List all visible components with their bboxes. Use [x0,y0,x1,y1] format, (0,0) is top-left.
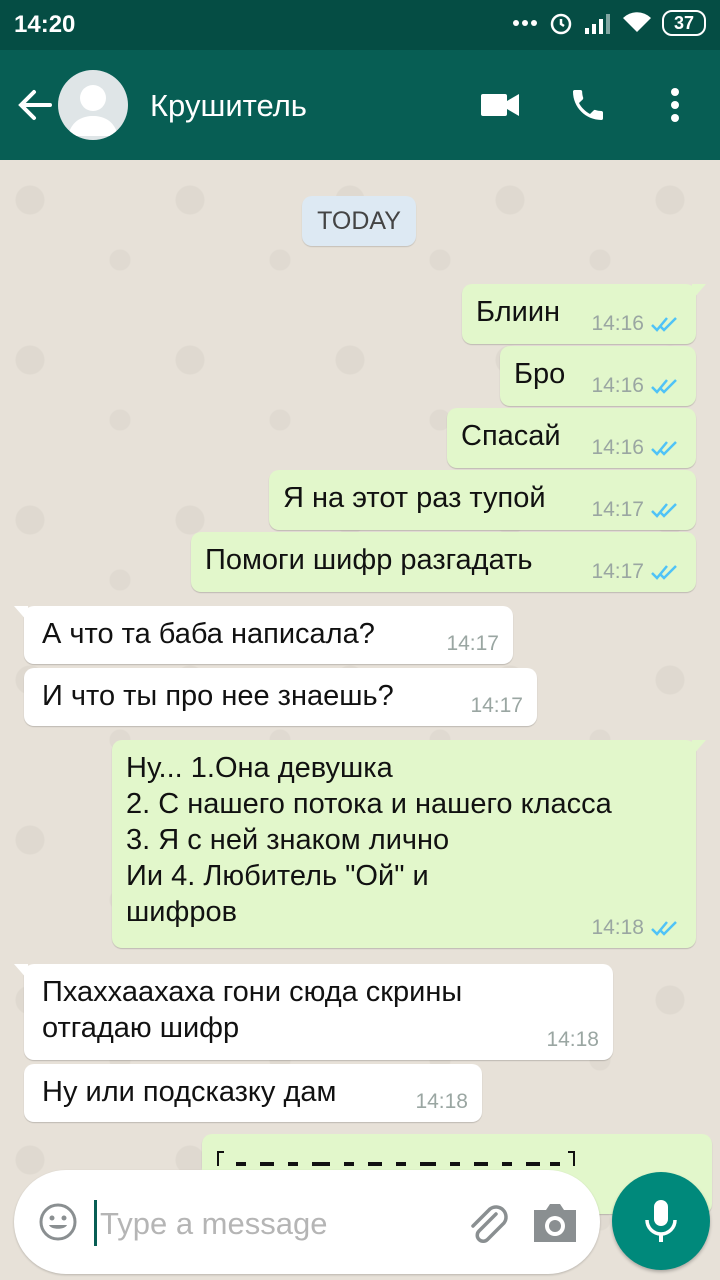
status-bar: 14:20 37 [0,0,720,50]
back-arrow-icon[interactable] [14,85,54,125]
video-call-icon [481,94,519,116]
double-check-icon [651,503,677,518]
chat-area[interactable]: TODAY Блиин 14:16 Бро 14:16 Спасай 14:16… [0,160,720,1280]
message-time: 14:17 [591,498,644,521]
phone-icon [573,90,603,120]
message-meta: 14:17 [470,694,523,718]
message-text: Пхаххаахаха гони сюда скрины отгадаю шиф… [42,976,463,1044]
message-meta: 14:16 [591,312,682,336]
double-check-icon [651,441,677,456]
message-time: 14:16 [591,374,644,397]
message-meta: 14:16 [591,436,682,460]
message-text: Ну или подсказку дам [42,1076,337,1108]
status-icons: 37 [512,10,706,36]
message-text: И что ты про нее знаешь? [42,680,394,712]
date-label: TODAY [317,206,401,235]
double-check-icon [651,317,677,332]
message-outgoing[interactable]: Спасай 14:16 [447,408,696,468]
message-time: 14:17 [470,694,523,717]
message-incoming[interactable]: А что та баба написала? 14:17 [14,606,513,664]
message-text: Помоги шифр разгадать [205,544,533,576]
message-text: Я на этот раз тупой [283,482,546,514]
message-outgoing[interactable]: Помоги шифр разгадать 14:17 [191,532,696,592]
more-vert-icon [671,88,679,122]
bubble-tail [692,284,706,300]
bubble-tail [14,606,28,622]
cut-off-text-fragment [217,1151,575,1166]
more-options-button[interactable] [650,80,700,130]
message-meta: 14:17 [591,560,682,584]
message-meta: 14:17 [591,498,682,522]
bubble-tail [692,740,706,756]
voice-record-button[interactable] [612,1172,710,1270]
video-call-button[interactable] [475,80,525,130]
battery-level: 37 [673,13,694,33]
message-text: Бро [514,358,566,390]
message-time: 14:17 [591,560,644,583]
message-outgoing[interactable]: Ну... 1.Она девушка 2. С нашего потока и… [112,740,706,948]
message-text: А что та баба написала? [42,618,375,650]
double-check-icon [651,565,677,580]
message-time: 14:16 [591,436,644,459]
voice-call-button[interactable] [563,80,613,130]
message-outgoing[interactable]: Я на этот раз тупой 14:17 [269,470,696,530]
message-time: 14:16 [591,312,644,335]
mic-icon [645,1200,677,1242]
wifi-icon [622,12,651,32]
message-meta: 14:16 [591,374,682,398]
message-meta: 14:17 [446,632,499,656]
bubble-tail [14,964,28,980]
more-dots-icon [512,20,537,26]
message-time: 14:17 [446,632,499,655]
message-input[interactable] [98,1198,442,1250]
message-outgoing[interactable]: Блиин 14:16 [462,284,706,344]
message-meta: 14:18 [546,1028,599,1052]
double-check-icon [651,921,677,936]
date-divider: TODAY [302,196,416,246]
double-check-icon [651,379,677,394]
message-incoming[interactable]: Ну или подсказку дам 14:18 [24,1064,482,1122]
camera-icon[interactable] [530,1200,580,1246]
text-cursor [94,1200,97,1246]
message-time: 14:18 [591,916,644,939]
message-text: Спасай [461,420,561,452]
chat-header: Крушитель [0,50,720,160]
message-text: Блиин [476,296,561,328]
message-outgoing[interactable]: Бро 14:16 [500,346,696,406]
message-time: 14:18 [415,1090,468,1113]
message-meta: 14:18 [415,1090,468,1114]
battery-indicator: 37 [661,10,706,36]
status-time: 14:20 [14,11,76,38]
alarm-icon [550,13,572,35]
signal-icon [584,14,610,34]
message-time: 14:18 [546,1028,599,1051]
contact-name[interactable]: Крушитель [150,88,307,124]
message-incoming[interactable]: И что ты про нее знаешь? 14:17 [24,668,537,726]
message-meta: 14:18 [591,916,682,940]
attach-icon[interactable] [462,1198,512,1248]
emoji-icon[interactable] [38,1202,78,1242]
message-incoming[interactable]: Пхаххаахаха гони сюда скрины отгадаю шиф… [14,964,613,1060]
avatar-icon[interactable] [58,70,128,140]
message-text: Ну... 1.Она девушка 2. С нашего потока и… [126,752,612,928]
message-composer [14,1170,600,1274]
